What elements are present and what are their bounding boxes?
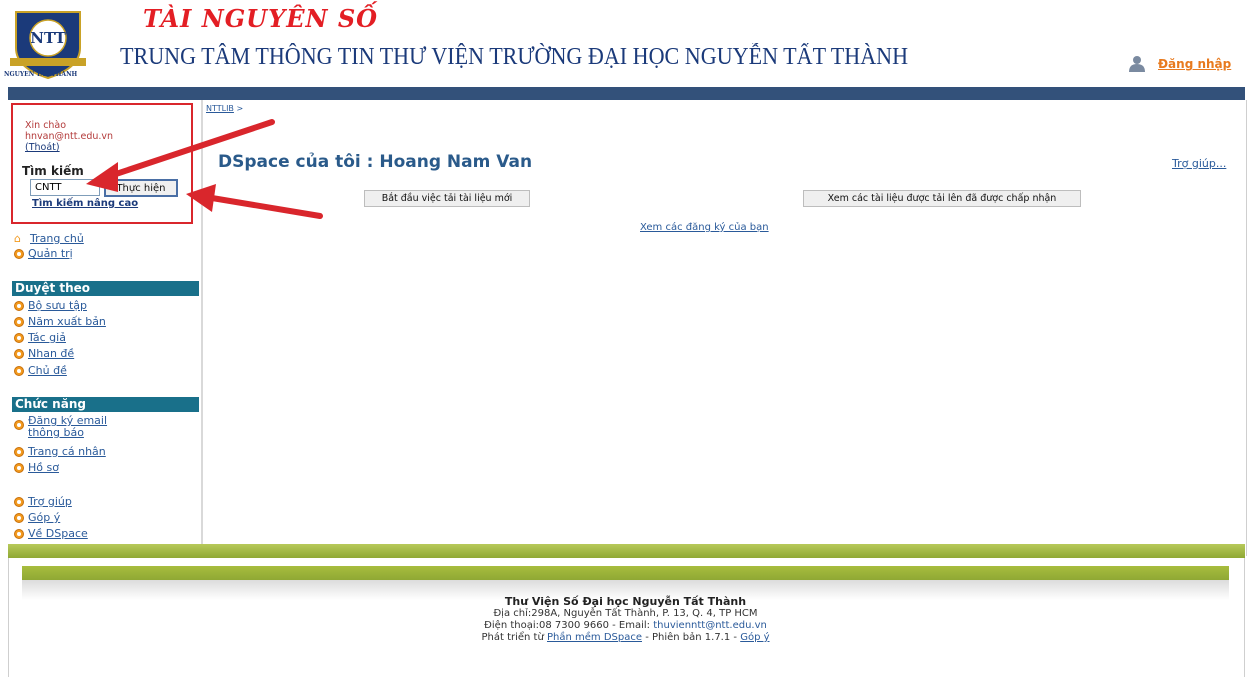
site-subtitle: TRUNG TÂM THÔNG TIN THƯ VIỆN TRƯỜNG ĐẠI …	[120, 44, 909, 70]
view-accepted-button[interactable]: Xem các tài liệu được tải lên đã được ch…	[803, 190, 1081, 207]
browse-section-title: Duyệt theo	[12, 281, 199, 296]
sidebar-item-label: Chủ đề	[28, 364, 67, 377]
bullet-icon	[14, 348, 24, 359]
sidebar-item-label: Quản trị	[28, 247, 73, 260]
user-email: hnvan@ntt.edu.vn	[25, 131, 114, 142]
sidebar-item-label: Bộ sưu tập	[28, 299, 87, 312]
sidebar-item-label: Trợ giúp	[28, 495, 72, 508]
breadcrumb: NTTLIB >	[206, 104, 243, 113]
sidebar-item-title[interactable]: Nhan đề	[14, 347, 74, 360]
home-icon: ⌂	[14, 231, 21, 245]
footer-dev: Phát triển từ Phần mềm DSpace - Phiên bả…	[0, 632, 1251, 644]
page-title: DSpace của tôi : Hoang Nam Van	[218, 152, 533, 172]
view-subscriptions-link[interactable]: Xem các đăng ký của bạn	[640, 222, 769, 233]
bullet-icon	[14, 462, 24, 473]
sidebar-item-home[interactable]: ⌂ Trang chủ	[14, 232, 84, 245]
bullet-icon	[14, 496, 24, 507]
logo-caption: NGUYEN TAT THANH	[4, 71, 78, 78]
sidebar-item-about[interactable]: Về DSpace	[14, 527, 88, 540]
sidebar-item-label: Về DSpace	[28, 527, 88, 540]
bullet-icon	[14, 446, 24, 457]
sidebar-item-collections[interactable]: Bộ sưu tập	[14, 299, 87, 312]
breadcrumb-home-link[interactable]: NTTLIB	[206, 104, 234, 113]
footer-dev-prefix: Phát triển từ	[481, 632, 544, 643]
sidebar-item-label: Trang chủ	[30, 232, 84, 245]
footer-phone: Điện thoại:08 7300 9660 - Email:	[484, 620, 651, 631]
bullet-icon	[14, 316, 24, 327]
search-input[interactable]	[30, 179, 100, 196]
brand-title: TÀI NGUYÊN SỐ	[143, 4, 379, 33]
search-button[interactable]: Thực hiện	[104, 179, 178, 197]
footer-contact: Điện thoại:08 7300 9660 - Email: thuvien…	[0, 620, 1251, 632]
login-link[interactable]: Đăng nhập	[1128, 55, 1231, 73]
sidebar-item-label: Góp ý	[28, 511, 61, 524]
university-logo[interactable]: NTT	[6, 8, 90, 80]
sidebar-item-label: Nhan đề	[28, 347, 75, 360]
sidebar-item-label: Năm xuất bản	[28, 315, 106, 328]
start-submission-button[interactable]: Bắt đầu việc tải tài liệu mới	[364, 190, 530, 207]
bullet-icon	[14, 528, 24, 539]
sidebar-item-feedback[interactable]: Góp ý	[14, 511, 60, 524]
footer-feedback-link[interactable]: Góp ý	[740, 632, 769, 643]
sidebar-item-profile-page[interactable]: Trang cá nhân	[14, 445, 106, 458]
help-link[interactable]: Trợ giúp...	[1172, 157, 1226, 170]
advanced-search-link[interactable]: Tìm kiếm nâng cao	[32, 198, 138, 209]
bullet-icon	[14, 300, 24, 311]
bullet-icon	[14, 512, 24, 523]
footer-title: Thư Viện Số Đại học Nguyễn Tất Thành	[504, 595, 747, 608]
sidebar-item-author[interactable]: Tác giả	[14, 331, 66, 344]
users-icon	[1129, 56, 1145, 72]
footer-text: Thư Viện Số Đại học Nguyễn Tất Thành Địa…	[0, 596, 1251, 644]
sidebar-item-records[interactable]: Hồ sơ	[14, 461, 59, 474]
bullet-icon	[14, 365, 24, 376]
sidebar-item-help[interactable]: Trợ giúp	[14, 495, 72, 508]
search-title: Tìm kiếm	[22, 164, 84, 178]
logout-link[interactable]: (Thoát)	[25, 142, 60, 153]
footer-address: Địa chỉ:298A, Nguyễn Tất Thành, P. 13, Q…	[493, 608, 758, 619]
sidebar-item-year[interactable]: Năm xuất bản	[14, 315, 106, 328]
footer-bar	[22, 566, 1229, 580]
site-header: NTT NGUYEN TAT THANH TÀI NGUYÊN SỐ TRUNG…	[0, 0, 1251, 88]
email-alert-line2: thông báo	[28, 426, 84, 439]
footer-divider	[8, 544, 1245, 558]
footer-email-link[interactable]: thuvienntt@ntt.edu.vn	[653, 620, 767, 631]
sidebar-item-label: Tác giả	[28, 331, 66, 344]
sidebar-item-label: Trang cá nhân	[28, 445, 106, 458]
sidebar-item-email-alert[interactable]: Đăng ký email thông báo	[14, 415, 107, 439]
footer-version: - Phiên bản 1.7.1 -	[645, 632, 738, 643]
user-greeting: Xin chào hnvan@ntt.edu.vn (Thoát)	[25, 120, 113, 153]
sidebar-item-label: Hồ sơ	[28, 461, 59, 474]
breadcrumb-separator: >	[236, 104, 244, 113]
sidebar-item-subject[interactable]: Chủ đề	[14, 364, 67, 377]
sidebar-item-admin[interactable]: Quản trị	[14, 247, 73, 260]
nav-bar	[8, 87, 1245, 100]
greeting-text: Xin chào	[25, 120, 67, 131]
bullet-icon	[14, 248, 24, 259]
bullet-icon	[14, 420, 24, 430]
logo-monogram: NTT	[30, 29, 66, 47]
dspace-link[interactable]: Phần mềm DSpace	[547, 632, 642, 643]
email-alert-label: Đăng ký email thông báo	[28, 415, 107, 439]
functions-section-title: Chức năng	[12, 397, 199, 412]
login-label: Đăng nhập	[1158, 57, 1232, 71]
bullet-icon	[14, 332, 24, 343]
